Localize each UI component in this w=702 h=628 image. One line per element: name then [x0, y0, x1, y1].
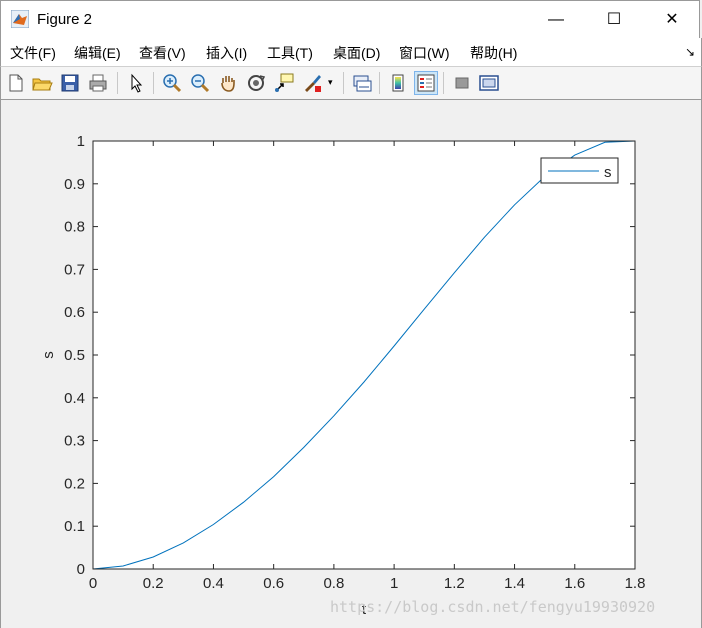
- y-tick-label: 0.6: [64, 304, 85, 321]
- minimize-button[interactable]: —: [533, 1, 579, 39]
- brush-icon[interactable]: [301, 72, 323, 94]
- y-tick-label: 1: [77, 133, 85, 150]
- y-tick-label: 0: [77, 561, 85, 578]
- toolbar-separator: [117, 72, 118, 94]
- y-tick-label: 0.7: [64, 261, 85, 278]
- menu-insert[interactable]: 插入(I): [206, 43, 247, 63]
- rotate-3d-icon[interactable]: [245, 72, 267, 94]
- pan-hand-icon[interactable]: [217, 72, 239, 94]
- toolbar-separator: [443, 72, 444, 94]
- menu-view[interactable]: 查看(V): [139, 43, 186, 63]
- y-tick-label: 0.5: [64, 347, 85, 364]
- legend-icon[interactable]: [414, 71, 438, 95]
- x-tick-label: 1.2: [444, 575, 465, 592]
- toolbar-separator: [153, 72, 154, 94]
- x-tick-label: 0.8: [323, 575, 344, 592]
- new-figure-icon[interactable]: [5, 72, 27, 94]
- colorbar-icon[interactable]: [387, 72, 409, 94]
- save-icon[interactable]: [59, 72, 81, 94]
- toolbar: ▾: [0, 66, 702, 100]
- y-tick-label: 0.8: [64, 219, 85, 236]
- x-tick-label: 1.6: [564, 575, 585, 592]
- x-tick-label: 0.4: [203, 575, 224, 592]
- link-plot-icon[interactable]: [351, 72, 373, 94]
- menu-help[interactable]: 帮助(H): [470, 43, 517, 63]
- y-axis-label: s: [40, 351, 57, 359]
- axes-background: [93, 141, 635, 569]
- edit-plot-arrow-icon[interactable]: [125, 72, 147, 94]
- x-tick-label: 1.4: [504, 575, 525, 592]
- menu-bar: 文件(F) 编辑(E) 查看(V) 插入(I) 工具(T) 桌面(D) 窗口(W…: [0, 38, 702, 66]
- legend[interactable]: s: [540, 157, 619, 184]
- y-tick-label: 0.3: [64, 433, 85, 450]
- maximize-button[interactable]: ☐: [591, 1, 637, 39]
- menu-desktop[interactable]: 桌面(D): [333, 43, 380, 63]
- figure-canvas: 0 0.2 0.4 0.6 0.8 1 1.2 1.4 1.6 1.8 0 0.1 0.2 0.3 0.4 0…: [0, 100, 702, 628]
- x-tick-label: 1.8: [625, 575, 646, 592]
- watermark: https://blog.csdn.net/fengyu19930920: [330, 598, 656, 616]
- close-button[interactable]: ✕: [649, 1, 695, 39]
- y-tick-label: 0.9: [64, 176, 85, 193]
- plot-svg: 0 0.2 0.4 0.6 0.8 1 1.2 1.4 1.6 1.8 0 0.1 0.2 0.3 0.4 0…: [40, 133, 646, 618]
- toolbar-separator: [343, 72, 344, 94]
- title-bar: Figure 2 — ☐ ✕: [0, 0, 700, 38]
- menu-window[interactable]: 窗口(W): [399, 43, 450, 63]
- legend-entry-s: s: [604, 164, 612, 181]
- open-file-icon[interactable]: [31, 72, 53, 94]
- menu-tools[interactable]: 工具(T): [267, 43, 313, 63]
- print-icon[interactable]: [87, 72, 109, 94]
- zoom-out-icon[interactable]: [189, 72, 211, 94]
- matlab-logo-icon: [10, 9, 30, 29]
- data-cursor-icon[interactable]: [273, 72, 295, 94]
- menu-file[interactable]: 文件(F): [10, 43, 56, 63]
- hide-plot-tools-icon[interactable]: [451, 72, 473, 94]
- y-tick-label: 0.4: [64, 390, 85, 407]
- x-tick-label: 0: [89, 575, 97, 592]
- y-tick-label: 0.1: [64, 518, 85, 535]
- menu-edit[interactable]: 编辑(E): [74, 43, 121, 63]
- x-tick-label: 0.2: [143, 575, 164, 592]
- toolbar-separator: [379, 72, 380, 94]
- y-tick-label: 0.2: [64, 475, 85, 492]
- window-title: Figure 2: [37, 11, 93, 28]
- x-tick-label: 1: [390, 575, 398, 592]
- brush-dropdown-icon[interactable]: ▾: [328, 77, 333, 88]
- dock-arrow-icon[interactable]: ↘: [685, 45, 695, 59]
- x-tick-label: 0.6: [263, 575, 284, 592]
- zoom-in-icon[interactable]: [161, 72, 183, 94]
- show-plot-tools-icon[interactable]: [478, 72, 500, 94]
